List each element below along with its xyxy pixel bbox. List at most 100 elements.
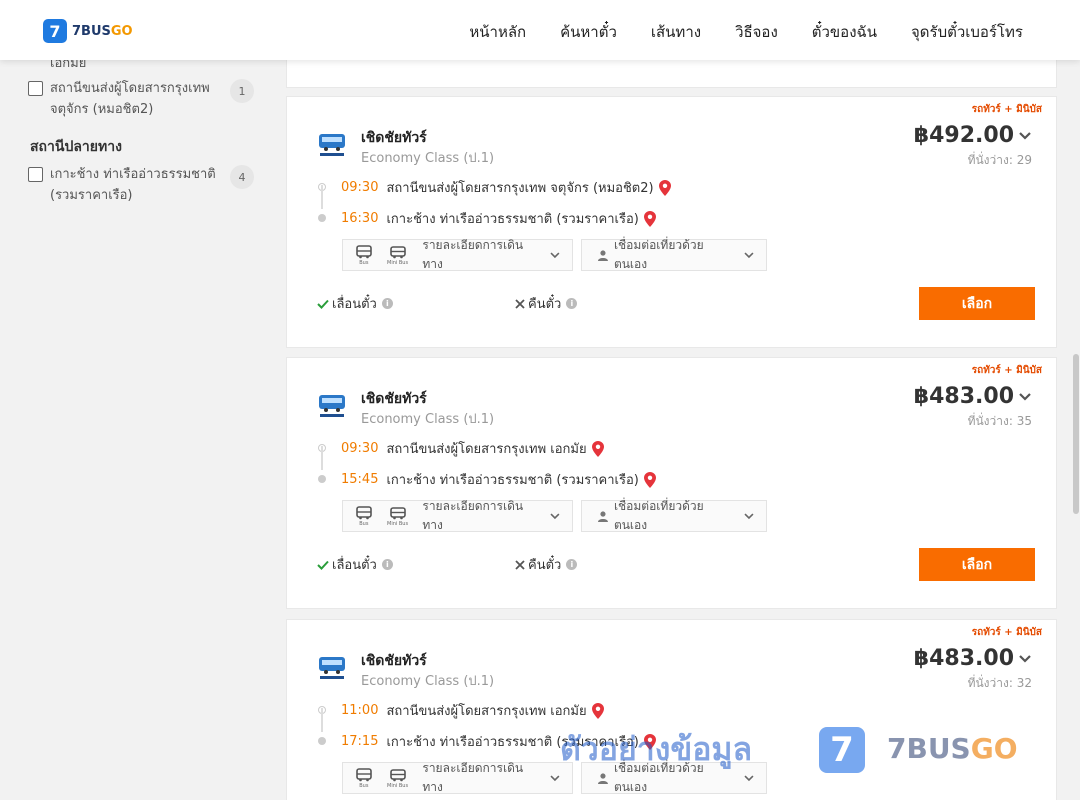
info-icon[interactable]: i <box>566 298 578 309</box>
price-value: ฿483.00 <box>913 646 1014 671</box>
chevron-down-icon <box>1019 131 1031 140</box>
seat-class: Economy Class (ป.1) <box>361 151 495 166</box>
origin-count-badge: 1 <box>230 79 254 103</box>
seats-available: ที่นั่งว่าง: 35 <box>967 414 1032 428</box>
nav-routes[interactable]: เส้นทาง <box>651 20 701 44</box>
nav-ticket-pickup[interactable]: จุดรับตั๋วเบอร์โทร <box>911 20 1023 44</box>
person-icon <box>598 249 608 261</box>
vehicle-type-tag: รถทัวร์ + มินิบัส <box>971 104 1042 115</box>
refund-label: คืนตั๋ว <box>528 558 562 573</box>
self-transfer-button[interactable]: เชื่อมต่อเที่ยวด้วยตนเอง <box>581 238 767 271</box>
destination-heading: สถานีปลายทาง <box>30 139 122 155</box>
self-transfer-label: เชื่อมต่อเที่ยวด้วยตนเอง <box>613 238 704 271</box>
chevron-down-icon <box>744 774 754 781</box>
minibus-icon <box>389 245 406 258</box>
logo-text-accent: GO <box>110 23 133 39</box>
minibus-vehicle: Mini Bus <box>385 768 411 789</box>
info-icon[interactable]: i <box>381 559 393 570</box>
chevron-down-icon <box>744 251 754 258</box>
departure-time: 11:00 <box>341 703 379 718</box>
timeline-line <box>321 708 323 732</box>
arrival-time: 15:45 <box>341 472 379 487</box>
operator-name: เชิดชัยทัวร์ <box>361 130 427 146</box>
reschedule-feature: เลื่อนตั๋ว i <box>317 293 393 314</box>
check-icon <box>317 560 329 570</box>
trip-card: รถทัวร์ + มินิบัส เชิดชัยทัวร์ Economy C… <box>286 357 1057 609</box>
watermark-brand-main: 7BUS <box>887 732 971 765</box>
select-trip-button[interactable]: เลือก <box>919 287 1035 320</box>
logo-text-main: 7BUS <box>72 23 111 39</box>
trip-price[interactable]: ฿483.00 <box>914 646 1032 671</box>
departure-time: 09:30 <box>341 180 379 195</box>
seat-class: Economy Class (ป.1) <box>361 674 495 689</box>
site-logo[interactable]: 7 7BUSGO <box>43 19 133 43</box>
destination-filter-item[interactable]: เกาะช้าง ท่าเรืออ่าวธรรมชาติ (รวมราคาเรื… <box>28 164 258 206</box>
previous-trip-card <box>286 60 1057 88</box>
sample-data-watermark: ตัวอย่างข้อมูล <box>560 730 753 768</box>
bus-label: Bus <box>359 259 369 266</box>
minibus-label: Mini Bus <box>387 782 409 789</box>
trip-details-button[interactable]: Bus Mini Bus รายละเอียดการเดินทาง <box>342 238 573 271</box>
cross-icon <box>515 298 525 309</box>
trip-details-button[interactable]: Bus Mini Bus รายละเอียดการเดินทาง <box>342 761 573 794</box>
trip-price[interactable]: ฿492.00 <box>914 123 1032 148</box>
map-pin-icon[interactable] <box>591 440 604 457</box>
logo-mark: 7 <box>43 19 67 43</box>
origin-filter-label: สถานีขนส่งผู้โดยสารกรุงเทพ จตุจักร (หมอช… <box>50 81 210 117</box>
minibus-label: Mini Bus <box>387 520 409 527</box>
arrival-dot <box>318 475 326 483</box>
self-transfer-button[interactable]: เชื่อมต่อเที่ยวด้วยตนเอง <box>581 499 767 532</box>
bus-icon <box>356 244 372 258</box>
arrival-time: 17:15 <box>341 734 379 749</box>
nav-search-ticket[interactable]: ค้นหาตั๋ว <box>560 20 617 44</box>
trip-details-label: รายละเอียดการเดินทาง <box>422 499 524 532</box>
arrival-dot <box>318 214 326 222</box>
departure-row: 09:30 สถานีขนส่งผู้โดยสารกรุงเทพ จตุจักร… <box>341 177 671 198</box>
arrival-station: เกาะช้าง ท่าเรืออ่าวธรรมชาติ (รวมราคาเรื… <box>386 212 639 227</box>
trip-price[interactable]: ฿483.00 <box>914 384 1032 409</box>
bus-label: Bus <box>359 782 369 789</box>
chevron-down-icon <box>744 512 754 519</box>
map-pin-icon[interactable] <box>643 471 656 488</box>
origin-filter-item[interactable]: สถานีขนส่งผู้โดยสารกรุงเทพ จตุจักร (หมอช… <box>28 78 258 120</box>
check-icon <box>317 299 329 309</box>
operator-logo-icon <box>319 395 345 417</box>
trip-details-button[interactable]: Bus Mini Bus รายละเอียดการเดินทาง <box>342 499 573 532</box>
nav-my-tickets[interactable]: ตั๋วของฉัน <box>812 20 877 44</box>
departure-station: สถานีขนส่งผู้โดยสารกรุงเทพ เอกมัย <box>386 442 587 457</box>
bus-vehicle: Bus <box>351 244 377 266</box>
main-nav: หน้าหลัก ค้นหาตั๋ว เส้นทาง วิธีจอง ตั๋วข… <box>435 20 1023 44</box>
map-pin-icon[interactable] <box>591 702 604 719</box>
destination-count-badge: 4 <box>230 165 254 189</box>
map-pin-icon[interactable] <box>643 210 656 227</box>
trip-details-label: รายละเอียดการเดินทาง <box>422 238 524 271</box>
bus-vehicle: Bus <box>351 767 377 789</box>
info-icon[interactable]: i <box>566 559 578 570</box>
map-pin-icon[interactable] <box>658 179 671 196</box>
seats-available: ที่นั่งว่าง: 29 <box>967 153 1032 167</box>
trip-card: รถทัวร์ + มินิบัส เชิดชัยทัวร์ Economy C… <box>286 96 1057 348</box>
nav-how-to-book[interactable]: วิธีจอง <box>735 20 778 44</box>
watermark-brand-accent: GO <box>970 732 1018 765</box>
trip-details-label: รายละเอียดการเดินทาง <box>422 761 524 794</box>
refund-feature: คืนตั๋ว i <box>515 293 578 314</box>
destination-filter-label: เกาะช้าง ท่าเรืออ่าวธรรมชาติ (รวมราคาเรื… <box>50 167 216 203</box>
select-trip-button[interactable]: เลือก <box>919 548 1035 581</box>
top-header: 7 7BUSGO หน้าหลัก ค้นหาตั๋ว เส้นทาง วิธี… <box>0 0 1080 60</box>
scrollbar-thumb[interactable] <box>1073 354 1079 514</box>
departure-station: สถานีขนส่งผู้โดยสารกรุงเทพ จตุจักร (หมอช… <box>386 181 654 196</box>
seats-available: ที่นั่งว่าง: 32 <box>967 676 1032 690</box>
origin-checkbox[interactable] <box>28 81 43 96</box>
logo-text: 7BUSGO <box>72 24 133 39</box>
minibus-vehicle: Mini Bus <box>385 506 411 527</box>
seat-class: Economy Class (ป.1) <box>361 412 495 427</box>
refund-label: คืนตั๋ว <box>528 297 562 312</box>
arrival-row: 16:30 เกาะช้าง ท่าเรืออ่าวธรรมชาติ (รวมร… <box>341 208 656 229</box>
page-scrollbar[interactable] <box>1072 60 1080 800</box>
self-transfer-label: เชื่อมต่อเที่ยวด้วยตนเอง <box>613 499 704 532</box>
nav-home[interactable]: หน้าหลัก <box>469 20 526 44</box>
departure-time: 09:30 <box>341 441 379 456</box>
destination-checkbox[interactable] <box>28 167 43 182</box>
info-icon[interactable]: i <box>381 298 393 309</box>
price-value: ฿492.00 <box>913 123 1014 148</box>
